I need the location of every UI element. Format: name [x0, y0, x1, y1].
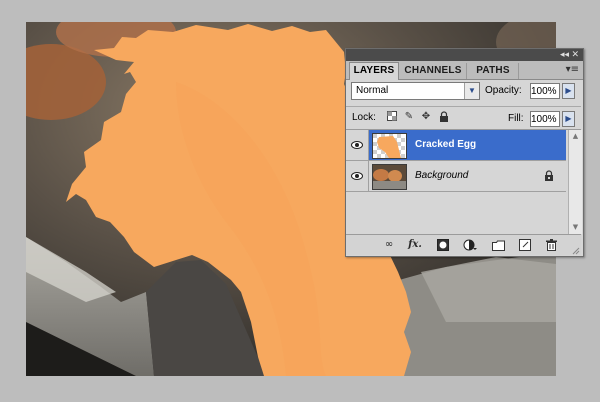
adjustment-icon[interactable]: [460, 238, 480, 252]
lock-label: Lock:: [352, 112, 376, 123]
opacity-field[interactable]: 100%: [530, 83, 560, 99]
lock-pixels-icon[interactable]: ✎: [403, 111, 415, 123]
collapse-icon[interactable]: ◂◂: [560, 49, 569, 61]
opacity-label: Opacity:: [485, 85, 522, 96]
fill-slider-button[interactable]: ▶: [562, 111, 575, 127]
blend-mode-value: Normal: [356, 85, 389, 96]
eye-icon[interactable]: [346, 130, 369, 160]
layer-row-cracked-egg[interactable]: Cracked Egg: [346, 130, 566, 161]
panel-footer: ∞ fx.: [346, 234, 581, 255]
blend-mode-select[interactable]: Normal ▼: [351, 82, 480, 100]
trash-icon[interactable]: [542, 238, 560, 252]
divider: [346, 106, 581, 107]
panel-menu-icon[interactable]: ▾≡: [566, 65, 579, 75]
resize-grip-icon[interactable]: [572, 246, 580, 255]
panel-tabs: LAYERS CHANNELS PATHS ▾≡: [346, 61, 583, 80]
scroll-up-icon[interactable]: ▲: [570, 131, 581, 142]
link-icon[interactable]: ∞: [380, 238, 398, 252]
layer-name: Cracked Egg: [415, 139, 477, 150]
lock-all-icon[interactable]: [438, 111, 450, 123]
lock-icon: [544, 170, 554, 184]
lock-position-icon[interactable]: ✥: [420, 111, 432, 123]
layer-list: Cracked Egg Background: [346, 130, 568, 234]
layer-row-background[interactable]: Background: [346, 161, 566, 192]
scroll-down-icon[interactable]: ▼: [570, 222, 581, 233]
lock-row: Lock: ✎ ✥ Fill: 100% ▶: [346, 109, 581, 129]
tab-channels[interactable]: CHANNELS: [400, 63, 467, 79]
fx-icon[interactable]: fx.: [404, 238, 426, 252]
layer-name: Background: [415, 170, 469, 181]
fill-field[interactable]: 100%: [530, 111, 560, 127]
blend-row: Normal ▼ Opacity: 100% ▶: [346, 81, 581, 103]
layer-thumbnail: [372, 133, 407, 159]
panel-title-bar[interactable]: ◂◂ ✕: [346, 49, 583, 61]
layers-panel: ◂◂ ✕ LAYERS CHANNELS PATHS ▾≡ Normal ▼ O…: [345, 48, 584, 257]
tab-layers[interactable]: LAYERS: [349, 62, 399, 80]
new-layer-icon[interactable]: [516, 238, 534, 252]
layer-list-scrollbar[interactable]: ▲ ▼: [568, 130, 582, 234]
layer-thumbnail: [372, 164, 407, 190]
eye-icon[interactable]: [346, 161, 369, 191]
lock-transparency-icon[interactable]: [386, 111, 398, 123]
tab-paths[interactable]: PATHS: [468, 63, 519, 79]
group-folder-icon[interactable]: [489, 238, 507, 252]
close-icon[interactable]: ✕: [571, 49, 579, 61]
fill-label: Fill:: [508, 113, 524, 124]
mask-icon[interactable]: [434, 238, 452, 252]
chevron-down-icon[interactable]: ▼: [464, 83, 479, 99]
opacity-slider-button[interactable]: ▶: [562, 83, 575, 99]
